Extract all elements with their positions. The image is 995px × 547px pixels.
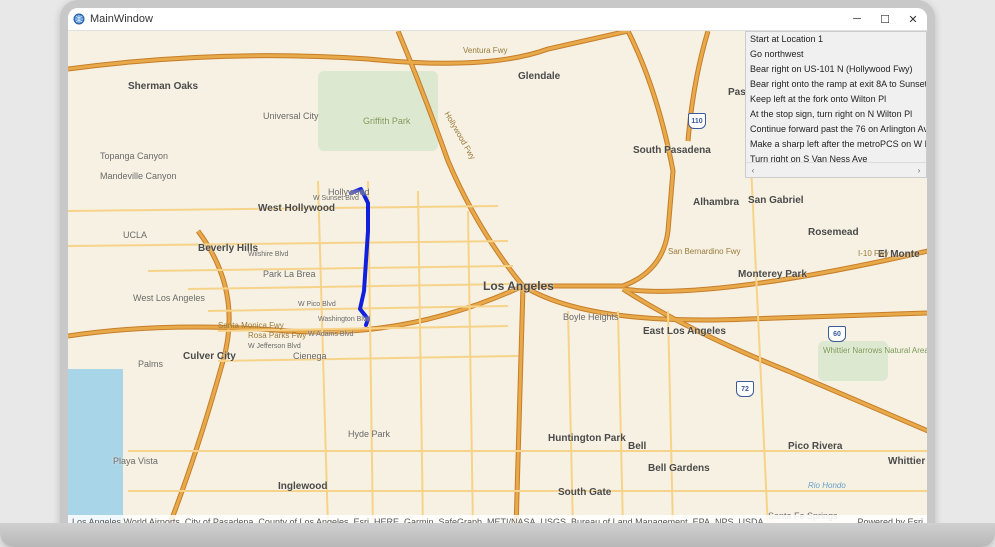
label-rosaparks-fwy: Rosa Parks Fwy [248, 331, 306, 340]
label-huntington-park: Huntington Park [548, 433, 626, 444]
label-washington: Washington Blvd [318, 316, 370, 323]
laptop-base [0, 523, 995, 547]
close-button[interactable]: ✕ [899, 8, 927, 30]
label-monterey-park: Monterey Park [738, 269, 807, 280]
label-universal-city: Universal City [263, 111, 319, 121]
directions-list[interactable]: Start at Location 1 Go northwest Bear ri… [746, 32, 926, 162]
label-south-gate: South Gate [558, 487, 611, 498]
scroll-right-icon[interactable]: › [912, 163, 926, 177]
label-hyde-park: Hyde Park [348, 429, 390, 439]
minimize-button[interactable]: ─ [843, 8, 871, 30]
label-whittier: Whittier [888, 456, 925, 467]
label-west-la: West Los Angeles [133, 293, 205, 303]
horizontal-scrollbar[interactable]: ‹ › [746, 162, 926, 177]
direction-step[interactable]: Go northwest [746, 47, 926, 62]
label-santamonica-fwy: Santa Monica Fwy [218, 321, 284, 330]
label-bell-gardens: Bell Gardens [648, 463, 710, 474]
map-view[interactable]: Glendale Los Angeles West Hollywood Holl… [68, 31, 927, 528]
label-mandeville: Mandeville Canyon [100, 171, 177, 181]
label-griffith: Griffith Park [363, 116, 410, 126]
label-south-pasadena: South Pasadena [633, 145, 711, 156]
label-culver-city: Culver City [183, 351, 236, 362]
label-whittier-narrows: Whittier Narrows Natural Area [823, 346, 927, 355]
label-adams: W Adams Blvd [308, 331, 354, 338]
label-park-la-brea: Park La Brea [263, 269, 316, 279]
label-alhambra: Alhambra [693, 197, 739, 208]
label-jefferson: W Jefferson Blvd [248, 343, 301, 350]
scroll-left-icon[interactable]: ‹ [746, 163, 760, 177]
window-title: MainWindow [90, 13, 153, 25]
label-cienega: Cienega [293, 351, 327, 361]
scrollbar-track[interactable] [760, 163, 912, 177]
label-west-hollywood: West Hollywood [258, 203, 335, 214]
titlebar: MainWindow ─ ☐ ✕ [68, 8, 927, 31]
label-pico: W Pico Blvd [298, 301, 336, 308]
label-rosemead: Rosemead [808, 227, 859, 238]
label-ucla: UCLA [123, 230, 147, 240]
directions-panel: Start at Location 1 Go northwest Bear ri… [745, 31, 927, 178]
label-inglewood: Inglewood [278, 481, 327, 492]
label-wilshire: Wilshire Blvd [248, 251, 288, 258]
label-los-angeles: Los Angeles [483, 279, 554, 293]
label-pico-rivera: Pico Rivera [788, 441, 842, 452]
label-playa-vista: Playa Vista [113, 456, 158, 466]
laptop-frame: MainWindow ─ ☐ ✕ [60, 0, 935, 528]
label-i10: I-10 Fwy [858, 249, 889, 258]
label-palms: Palms [138, 359, 163, 369]
label-san-gabriel: San Gabriel [748, 195, 804, 206]
label-sanbernardino-fwy: San Bernardino Fwy [668, 247, 740, 256]
label-boyle-heights: Boyle Heights [563, 312, 619, 322]
window-chrome: MainWindow ─ ☐ ✕ [68, 8, 927, 528]
direction-step[interactable]: Make a sharp left after the metroPCS on … [746, 137, 926, 152]
direction-step[interactable]: Bear right onto the ramp at exit 8A to S… [746, 77, 926, 92]
app-icon [72, 12, 86, 26]
direction-step[interactable]: Start at Location 1 [746, 32, 926, 47]
direction-step[interactable]: Turn right on S Van Ness Ave [746, 152, 926, 162]
label-topanga: Topanga Canyon [100, 151, 168, 161]
label-riohondo: Rio Hondo [808, 481, 846, 490]
label-bell: Bell [628, 441, 646, 452]
direction-step[interactable]: Keep left at the fork onto Wilton Pl [746, 92, 926, 107]
label-sunset: W Sunset Blvd [313, 195, 359, 202]
label-east-la: East Los Angeles [643, 326, 726, 337]
shield-110: 110 [688, 113, 706, 129]
label-sherman-oaks: Sherman Oaks [128, 81, 198, 92]
label-glendale: Glendale [518, 71, 560, 82]
maximize-button[interactable]: ☐ [871, 8, 899, 30]
shield-60: 60 [828, 326, 846, 342]
shield-72: 72 [736, 381, 754, 397]
label-ventura-fwy: Ventura Fwy [463, 46, 507, 55]
direction-step[interactable]: Continue forward past the 76 on Arlingto… [746, 122, 926, 137]
direction-step[interactable]: At the stop sign, turn right on N Wilton… [746, 107, 926, 122]
direction-step[interactable]: Bear right on US-101 N (Hollywood Fwy) [746, 62, 926, 77]
